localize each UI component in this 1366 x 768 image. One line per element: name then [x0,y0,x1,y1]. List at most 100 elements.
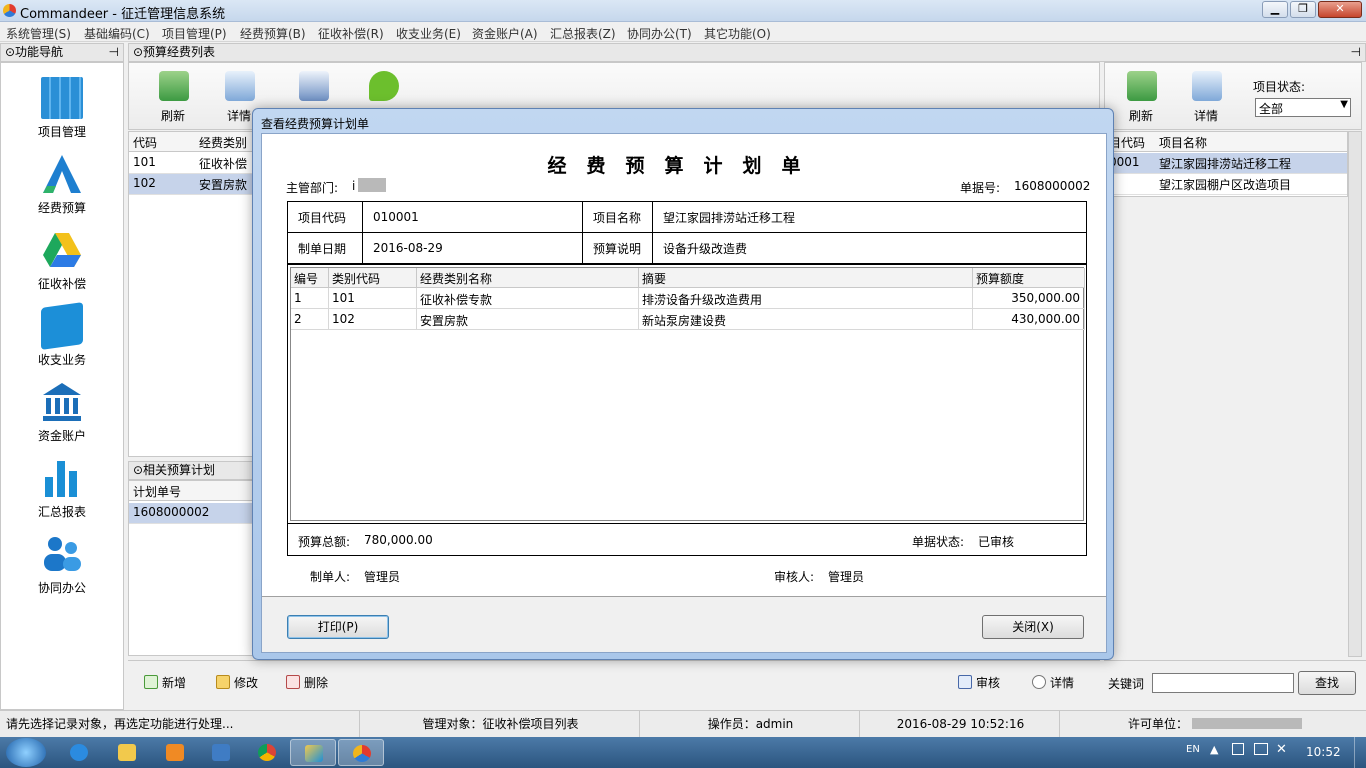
nav-item-report[interactable]: 汇总报表 [1,449,123,519]
redo-arrow-icon [369,71,399,101]
desc-label: 预算说明 [582,232,653,264]
table-row[interactable]: 101 征收补偿 [129,153,255,174]
menu-system[interactable]: 系统管理(S) [6,25,71,42]
refresh-button[interactable]: 刷新 [1115,65,1167,127]
delete-label: 删除 [304,676,329,690]
pin-icon[interactable]: ⊣ [1351,44,1361,61]
menu-project[interactable]: 项目管理(P) [162,25,227,42]
maximize-button[interactable]: ❐ [1290,1,1316,18]
flag-icon[interactable] [1232,743,1244,755]
triangle-app-icon [305,745,323,762]
close-dialog-button[interactable]: 关闭(X) [982,615,1084,639]
budget-list-title: ⊙预算经费列表 [133,45,216,59]
cell-summary: 排涝设备升级改造费用 [639,288,973,309]
menu-income-expense[interactable]: 收支业务(E) [396,25,461,42]
print-button[interactable]: 打印(P) [287,615,389,639]
taskbar-commandeer[interactable] [338,739,384,766]
cell-no: 1 [291,288,329,309]
keyword-input[interactable] [1152,673,1294,693]
nav-item-fund-account[interactable]: 资金账户 [1,373,123,443]
audit-check-icon [958,675,972,689]
menu-report[interactable]: 汇总报表(Z) [550,25,616,42]
related-plan-grid: 计划单号 1608000002 [128,480,256,656]
taskbar-app6[interactable] [290,739,336,766]
cell-name: 征收补偿 [199,157,248,171]
total-value: 780,000.00 [364,533,433,547]
table-row[interactable]: 1608000002 [129,503,255,524]
menu-fund-account[interactable]: 资金账户(A) [472,25,538,42]
taskbar-media[interactable] [152,739,198,766]
search-button[interactable]: 查找 [1298,671,1356,695]
col-category-code: 类别代码 [329,268,417,288]
status-operator: 操作员：admin [642,711,860,738]
nav-header-title: ⊙功能导航 [5,45,64,59]
delete-button[interactable]: 删除 [286,672,328,694]
table-row[interactable]: 0001 望江家园排涝站迁移工程 [1105,153,1347,174]
cell-name: 安置房款 [417,309,639,330]
title-bar: Commandeer - 征迁管理信息系统 ▁ ❐ ✕ [0,0,1366,22]
project-code-value: 010001 [362,201,583,233]
tray-arrow-icon[interactable]: ▲ [1210,743,1218,756]
menu-other[interactable]: 其它功能(O) [704,25,771,42]
edit-button[interactable]: 修改 [216,672,258,694]
taskbar-explorer[interactable] [104,739,150,766]
scrollbar[interactable] [1348,131,1362,657]
chevron-down-icon: ▼ [1340,99,1348,110]
menu-basic-code[interactable]: 基础编码(C) [84,25,150,42]
show-desktop-button[interactable] [1354,737,1366,768]
nav-item-collab[interactable]: 协同办公 [1,525,123,595]
app-logo-icon [353,745,371,762]
maker-label: 制单人: [310,570,351,584]
detail-button[interactable]: 详情 [1180,65,1232,127]
audit-label: 审核 [976,676,1001,690]
project-status-select[interactable]: 全部 ▼ [1255,98,1351,117]
edit-label: 修改 [234,676,259,690]
taskbar-chrome[interactable] [244,739,290,766]
refresh-icon [1127,71,1157,101]
project-code-label: 项目代码 [287,201,363,233]
volume-mute-icon[interactable]: ✕ [1276,742,1287,757]
auditor-label: 审核人: [774,570,815,584]
bar-chart-icon [45,461,77,497]
menu-compensation[interactable]: 征收补偿(R) [318,25,384,42]
col-project-name: 项目名称 [1159,136,1208,150]
pin-icon[interactable]: ⊣ [109,44,119,61]
media-player-icon [166,744,184,761]
license-label: 许可单位： [1128,717,1189,731]
cell-name: 安置房款 [199,178,248,192]
redacted-block [358,178,386,192]
nav-item-compensation[interactable]: 征收补偿 [1,221,123,291]
clock[interactable]: 10:52 [1306,745,1341,759]
audit-button[interactable]: 审核 [958,672,1000,694]
close-window-button[interactable]: ✕ [1318,1,1362,18]
refresh-button[interactable]: 刷新 [147,65,199,127]
dialog-body: 经费预算计划单 主管部门: i 单据号: 1608000002 项目代码 010… [261,133,1107,653]
minimize-button[interactable]: ▁ [1262,1,1288,18]
start-button[interactable] [6,738,46,767]
network-icon[interactable] [1254,743,1268,755]
add-label: 新增 [162,676,187,690]
table-row[interactable]: 望江家园棚户区改造项目 [1105,174,1347,195]
cell-name: 望江家园排涝站迁移工程 [1159,157,1292,171]
menu-collab[interactable]: 协同办公(T) [627,25,692,42]
search-bar: 关键词 查找 [1104,660,1366,706]
detail-bottom-button[interactable]: 详情 [1032,672,1074,694]
cell-code: 101 [329,288,417,309]
nav-item-budget[interactable]: 经费预算 [1,145,123,215]
grid-header: 代码 经费类别 [129,132,255,152]
date-label: 制单日期 [287,232,363,264]
cell-amount: 430,000.00 [973,309,1085,330]
nav-item-project[interactable]: 项目管理 [1,69,123,139]
menu-budget[interactable]: 经费预算(B) [240,25,306,42]
nav-label: 资金账户 [37,429,86,443]
col-no: 编号 [291,268,329,288]
add-button[interactable]: 新增 [144,672,186,694]
doc-title: 经费预算计划单 [547,155,821,177]
bill-status-label: 单据状态: [912,535,965,549]
lang-indicator[interactable]: EN [1186,744,1200,755]
nav-item-income-expense[interactable]: 收支业务 [1,297,123,367]
magnifier-icon [1032,675,1046,689]
taskbar-ie[interactable] [56,739,102,766]
table-row[interactable]: 102 安置房款 [129,174,255,195]
taskbar-app4[interactable] [198,739,244,766]
